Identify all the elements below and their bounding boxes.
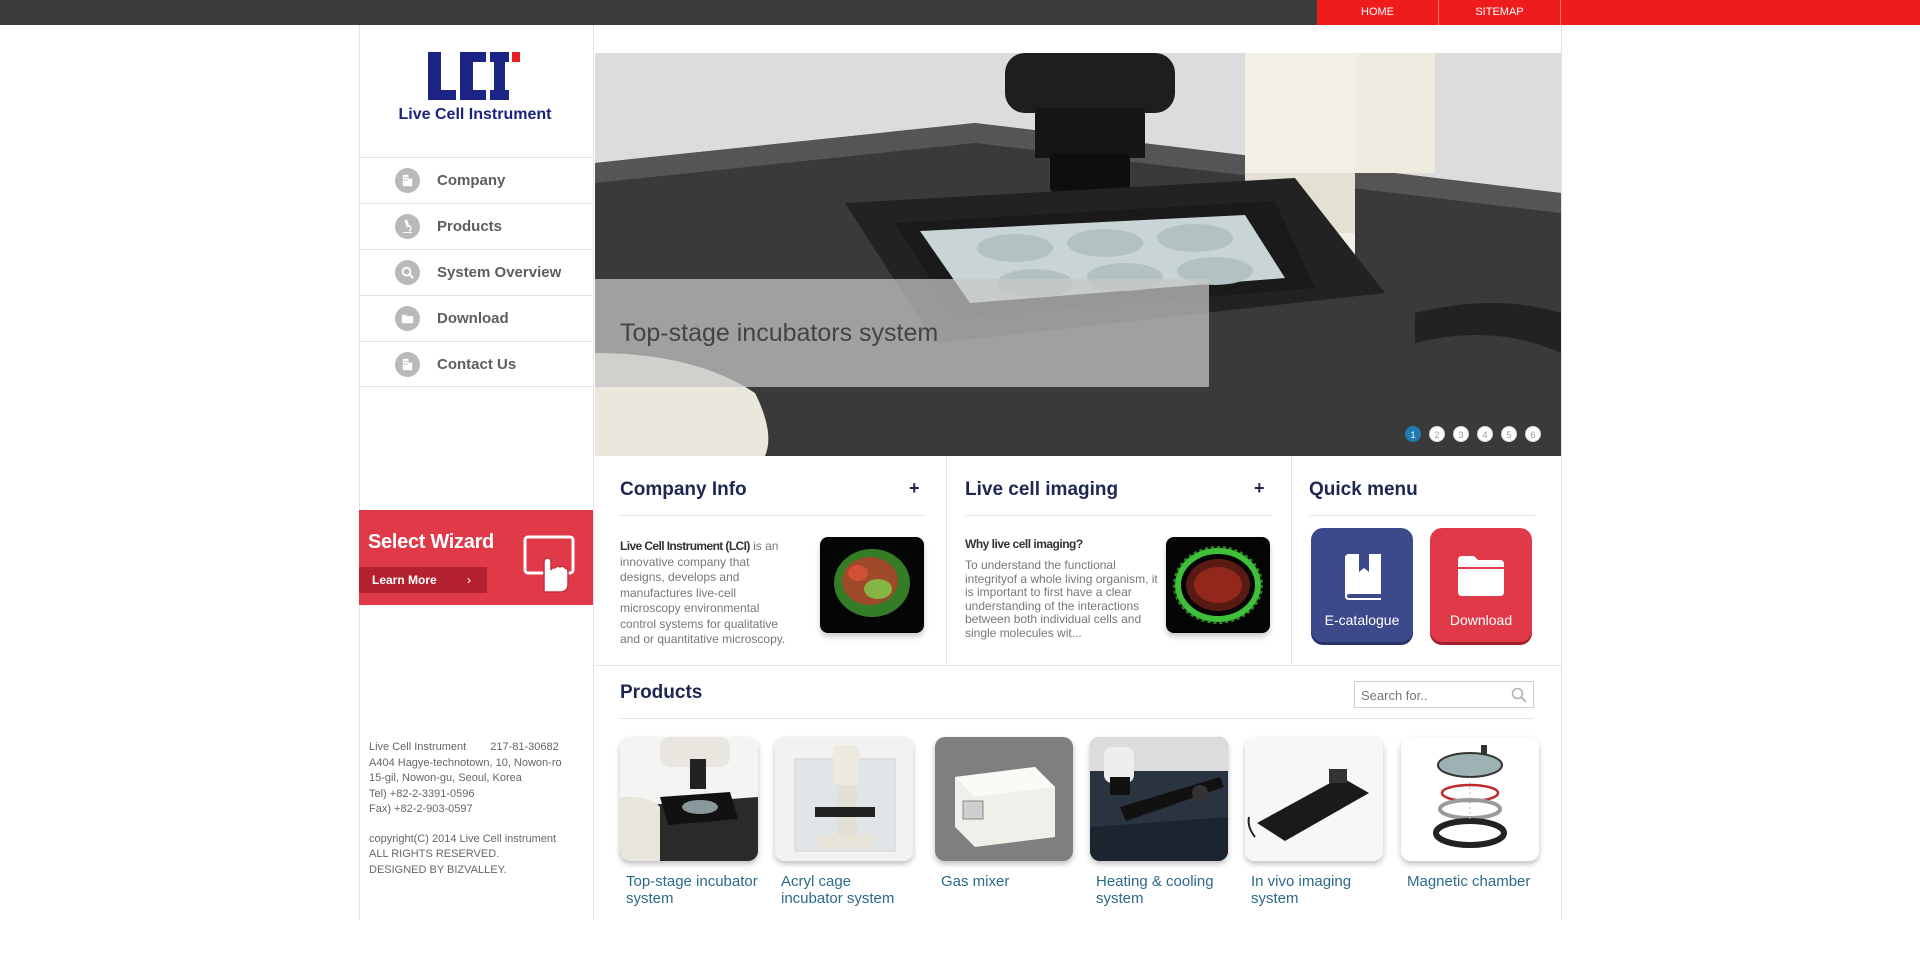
footer-rights: ALL RIGHTS RESERVED.: [369, 848, 500, 860]
slider-dot[interactable]: 5: [1501, 426, 1517, 442]
learn-more-button[interactable]: Learn More ›: [359, 567, 487, 593]
product-card[interactable]: Top-stage incubator system: [620, 737, 758, 907]
live-cell-title: Live cell imaging: [965, 479, 1119, 500]
wizard-title: Select Wizard: [368, 531, 494, 553]
lci-logo[interactable]: [428, 52, 520, 100]
product-image[interactable]: [1245, 737, 1383, 861]
cell-image-thumbnail[interactable]: [820, 537, 924, 633]
hero-image: [595, 53, 1561, 456]
footer-company: Live Cell Instrument: [369, 741, 467, 753]
slider-dot[interactable]: 1: [1405, 426, 1421, 442]
company-info-more-button[interactable]: +: [909, 478, 920, 499]
column-divider: [1291, 456, 1292, 664]
sidebar-item-label: Products: [437, 218, 503, 235]
touch-screen-icon: [523, 535, 575, 593]
sidebar-nav: Company Products System Overview Downloa…: [359, 157, 594, 387]
hero-caption: Top-stage incubators system: [620, 319, 939, 347]
section-divider: [595, 665, 1561, 666]
product-image[interactable]: [620, 737, 758, 861]
sidebar-item-label: Company: [437, 172, 506, 189]
product-name[interactable]: Acryl cage incubator system: [781, 873, 913, 907]
footer-address: 15-gil, Nowon-gu, Seoul, Korea: [369, 772, 522, 784]
footer-fax: Fax) +82-2-903-0597: [369, 803, 473, 815]
slider-dot[interactable]: 2: [1429, 426, 1445, 442]
product-image[interactable]: [935, 737, 1073, 861]
sidebar-item-system-overview[interactable]: System Overview: [359, 249, 594, 295]
company-info-body: is an innovative company that designs, d…: [620, 539, 786, 646]
slider-dot[interactable]: 6: [1525, 426, 1541, 442]
search-icon[interactable]: [1511, 687, 1527, 703]
sidebar-item-company[interactable]: Company: [359, 157, 594, 203]
e-catalogue-button[interactable]: E-catalogue: [1311, 528, 1413, 642]
footer-tel: Tel) +82-2-3391-0596: [369, 787, 475, 800]
footer-address: A404 Hagye-technotown, 10, Nowon-ro: [369, 756, 562, 769]
company-info-lead: Live Cell Instrument (LCI): [620, 539, 750, 553]
sidebar-item-label: Contact Us: [437, 355, 517, 373]
quick-menu-title: Quick menu: [1309, 479, 1418, 500]
folder-icon: [395, 306, 420, 331]
sidebar-item-label: System Overview: [437, 264, 562, 281]
brand-name: Live Cell Instrument: [398, 106, 552, 123]
company-info-title: Company Info: [620, 479, 747, 500]
column-divider: [946, 456, 947, 664]
product-name[interactable]: Top-stage incubator system: [626, 873, 758, 907]
product-search: [1354, 681, 1534, 708]
slider-dot[interactable]: 4: [1477, 426, 1493, 442]
hero-slider[interactable]: Top-stage incubators system 1 2 3 4 5 6: [595, 53, 1561, 456]
title-underline: [620, 718, 1534, 719]
product-card[interactable]: Acryl cage incubator system: [775, 737, 913, 907]
sidebar-item-download[interactable]: Download: [359, 295, 594, 341]
download-label: Download: [1449, 612, 1513, 628]
footer-reg-no: 217-81-30682: [490, 741, 559, 753]
slider-dot[interactable]: 3: [1453, 426, 1469, 442]
live-cell-more-button[interactable]: +: [1254, 478, 1265, 499]
product-image[interactable]: [775, 737, 913, 861]
slider-pagination: 1 2 3 4 5 6: [1405, 426, 1541, 442]
footer-copyright: copyright(C) 2014 Live Cell instrument: [369, 832, 557, 845]
chevron-right-icon: ›: [467, 573, 471, 587]
product-image[interactable]: [1401, 737, 1539, 861]
magnifier-icon: [395, 260, 420, 285]
product-name[interactable]: Heating & cooling system: [1096, 873, 1228, 907]
sidebar-item-contact-us[interactable]: Contact Us: [359, 341, 594, 387]
title-underline: [620, 515, 925, 516]
live-cell-text: To understand the functional integrityof…: [965, 558, 1158, 640]
home-link[interactable]: HOME: [1317, 0, 1438, 25]
sidebar-item-products[interactable]: Products: [359, 203, 594, 249]
product-name[interactable]: Magnetic chamber: [1407, 873, 1539, 890]
product-name[interactable]: In vivo imaging system: [1251, 873, 1383, 907]
product-name[interactable]: Gas mixer: [941, 873, 1073, 890]
product-card[interactable]: Gas mixer: [935, 737, 1073, 890]
building-icon: [395, 351, 420, 377]
product-card[interactable]: Heating & cooling system: [1090, 737, 1228, 907]
sitemap-link[interactable]: SITEMAP: [1439, 0, 1560, 25]
product-image[interactable]: [1090, 737, 1228, 861]
product-card[interactable]: Magnetic chamber: [1401, 737, 1539, 890]
sidebar-item-label: Download: [437, 310, 509, 327]
company-info-text: Live Cell Instrument (LCI) is an innovat…: [620, 539, 795, 648]
microscope-icon: [395, 214, 420, 239]
company-footer: Live Cell Instrument 217-81-30682 A404 Ha…: [369, 740, 591, 878]
search-input[interactable]: [1361, 686, 1501, 704]
book-icon: [1345, 554, 1381, 600]
e-catalogue-label: E-catalogue: [1324, 612, 1400, 628]
cell-image-thumbnail[interactable]: [1166, 537, 1270, 633]
folder-icon: [1458, 556, 1504, 596]
footer-designer: DESIGNED BY BIZVALLEY.: [369, 863, 507, 876]
download-button[interactable]: Download: [1430, 528, 1532, 642]
title-underline: [1309, 515, 1535, 516]
select-wizard-banner[interactable]: Select Wizard Learn More ›: [359, 510, 593, 605]
title-underline: [965, 515, 1272, 516]
top-nav-divider: [1560, 0, 1561, 25]
product-card[interactable]: In vivo imaging system: [1245, 737, 1383, 907]
live-cell-subtitle: Why live cell imaging?: [965, 537, 1083, 551]
products-title: Products: [620, 682, 703, 703]
learn-more-label: Learn More: [372, 573, 437, 587]
building-icon: [395, 168, 420, 193]
